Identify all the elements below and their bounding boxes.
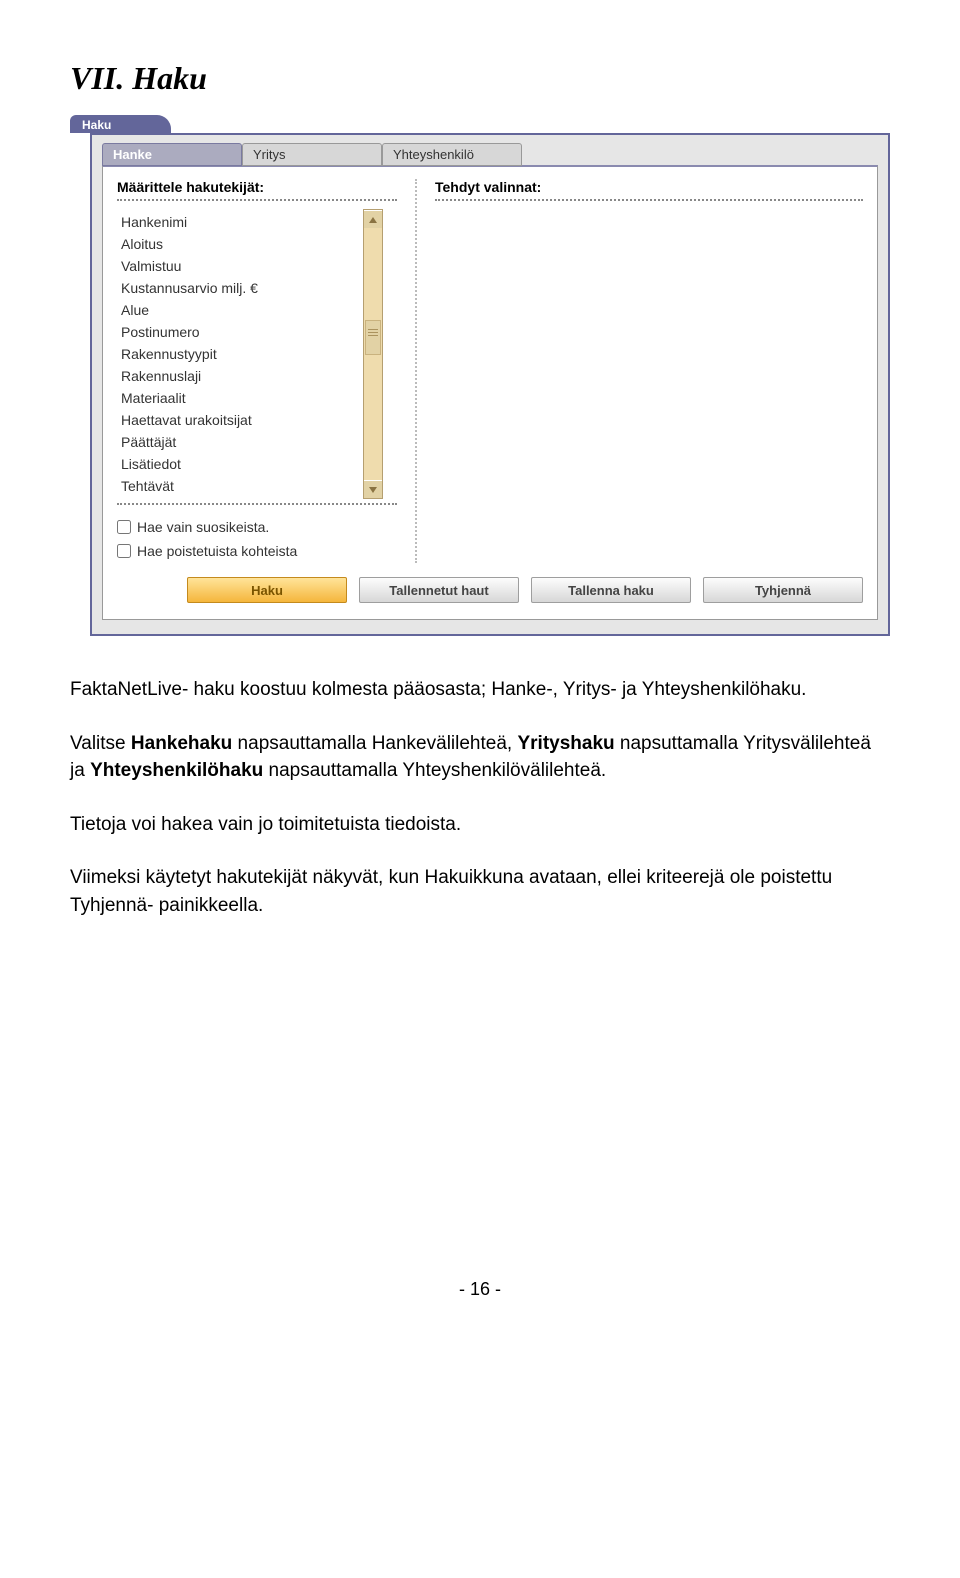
button-row: Haku Tallennetut haut Tallenna haku Tyhj… <box>117 577 863 603</box>
page-number: - 16 - <box>70 1279 890 1300</box>
checkbox-removed-label: Hae poistetuista kohteista <box>137 543 297 559</box>
window-title-tab: Haku <box>70 115 171 133</box>
checkbox-removed[interactable] <box>117 544 131 558</box>
list-item[interactable]: Rakennuslaji <box>117 365 357 387</box>
search-button[interactable]: Haku <box>187 577 347 603</box>
list-item[interactable]: Valmistuu <box>117 255 357 277</box>
tab-panel: Määrittele hakutekijät: Hankenimi Aloitu… <box>102 165 878 620</box>
facets-column: Määrittele hakutekijät: Hankenimi Aloitu… <box>117 179 417 563</box>
text-run: Valitse <box>70 733 131 754</box>
text-run: napsauttamalla Hankevälilehteä, <box>232 733 517 754</box>
scrollbar[interactable] <box>363 209 383 499</box>
page-heading: VII. Haku <box>70 60 890 97</box>
list-item[interactable]: Kustannusarvio milj. € <box>117 277 357 299</box>
list-item[interactable]: Postinumero <box>117 321 357 343</box>
body-text: FaktaNetLive- haku koostuu kolmesta pääo… <box>70 676 890 919</box>
divider <box>435 199 863 201</box>
list-item[interactable]: Päättäjät <box>117 431 357 453</box>
saved-searches-button[interactable]: Tallennetut haut <box>359 577 519 603</box>
text-run: napsauttamalla Yhteyshenkilövälilehteä. <box>263 760 606 781</box>
tab-hanke[interactable]: Hanke <box>102 143 242 166</box>
list-item[interactable]: Materiaalit <box>117 387 357 409</box>
list-item[interactable]: Aloitus <box>117 233 357 255</box>
search-window: Hanke Yritys Yhteyshenkilö Määrittele ha… <box>90 133 890 636</box>
divider <box>117 199 397 201</box>
facets-title: Määrittele hakutekijät: <box>117 179 397 195</box>
bold-term: Yhteyshenkilöhaku <box>90 760 263 781</box>
paragraph: Valitse Hankehaku napsauttamalla Hankevä… <box>70 730 890 785</box>
tab-yhteyshenkilo[interactable]: Yhteyshenkilö <box>382 143 522 166</box>
selections-column: Tehdyt valinnat: <box>417 179 863 563</box>
tab-yritys[interactable]: Yritys <box>242 143 382 166</box>
divider <box>117 503 397 505</box>
tabs-row: Hanke Yritys Yhteyshenkilö <box>102 143 878 166</box>
scroll-up-icon[interactable] <box>364 210 382 228</box>
list-item[interactable]: Tehtävät <box>117 475 357 497</box>
checkbox-favorites[interactable] <box>117 520 131 534</box>
scroll-down-icon[interactable] <box>364 480 382 498</box>
paragraph: Viimeksi käytetyt hakutekijät näkyvät, k… <box>70 864 890 919</box>
list-item[interactable]: Lisätiedot <box>117 453 357 475</box>
facet-list[interactable]: Hankenimi Aloitus Valmistuu Kustannusarv… <box>117 209 357 499</box>
paragraph: Tietoja voi hakea vain jo toimitetuista … <box>70 811 890 839</box>
bold-term: Yrityshaku <box>517 733 614 754</box>
paragraph: FaktaNetLive- haku koostuu kolmesta pääo… <box>70 676 890 704</box>
checkbox-favorites-label: Hae vain suosikeista. <box>137 519 269 535</box>
list-item[interactable]: Alue <box>117 299 357 321</box>
list-item[interactable]: Hankenimi <box>117 211 357 233</box>
scroll-thumb[interactable] <box>365 320 381 355</box>
list-item[interactable]: Rakennustyypit <box>117 343 357 365</box>
selections-title: Tehdyt valinnat: <box>435 179 863 195</box>
window-titlebar: Haku <box>90 115 890 133</box>
clear-button[interactable]: Tyhjennä <box>703 577 863 603</box>
list-item[interactable]: Haettavat urakoitsijat <box>117 409 357 431</box>
save-search-button[interactable]: Tallenna haku <box>531 577 691 603</box>
bold-term: Hankehaku <box>131 733 232 754</box>
